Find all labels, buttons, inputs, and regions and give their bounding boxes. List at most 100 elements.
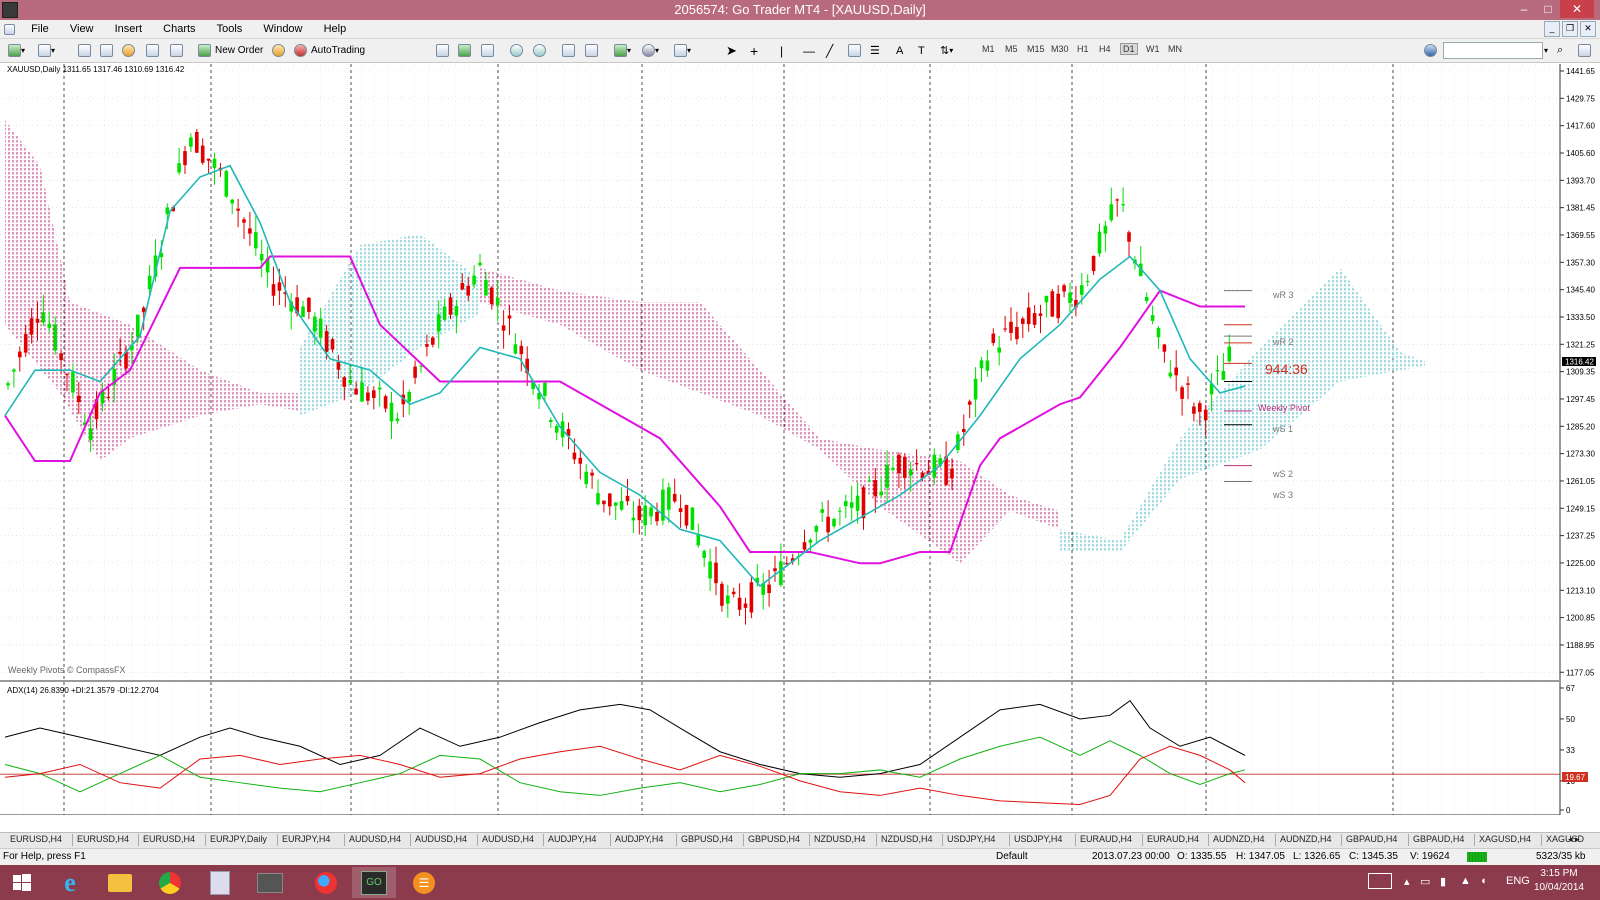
chart-tab[interactable]: USDJPY,H4 (947, 834, 995, 844)
chart-tab[interactable]: AUDUSD,H4 (415, 834, 467, 844)
bar-chart-button[interactable] (436, 43, 449, 58)
text-icon[interactable]: A (896, 43, 903, 58)
new-order-button[interactable]: New Order (198, 43, 263, 58)
menu-charts[interactable]: Charts (154, 20, 204, 36)
timeframe-d1[interactable]: D1 (1120, 43, 1138, 55)
chart-tab[interactable]: AUDUSD,H4 (482, 834, 534, 844)
timeframe-m1[interactable]: M1 (982, 44, 995, 54)
menu-window[interactable]: Window (254, 20, 311, 36)
chart-tab[interactable]: EURJPY,Daily (210, 834, 267, 844)
chart-tab[interactable]: GBPAUD,H4 (1413, 834, 1464, 844)
mdi-close-button[interactable]: ✕ (1580, 21, 1596, 37)
mdi-minimize-button[interactable]: _ (1544, 21, 1560, 37)
chart-tab[interactable]: EURJPY,H4 (282, 834, 330, 844)
chart-tab[interactable]: EURUSD,H4 (77, 834, 129, 844)
connection-icon[interactable] (1467, 852, 1487, 862)
timeframe-m5[interactable]: M5 (1005, 44, 1018, 54)
periods-button[interactable]: ▾ (642, 43, 659, 58)
file-explorer-icon[interactable] (98, 867, 142, 898)
internet-explorer-icon[interactable]: e (48, 867, 92, 898)
chart-tab[interactable]: NZDUSD,H4 (814, 834, 866, 844)
chart-tab[interactable]: GBPAUD,H4 (1346, 834, 1397, 844)
user-icon[interactable] (1578, 43, 1591, 58)
orange-app-icon[interactable]: ☰ (402, 867, 446, 898)
fibonacci-icon[interactable]: ☰ (870, 43, 880, 58)
tray-chevron-icon[interactable]: ▴ (1404, 875, 1410, 888)
expert-icon[interactable] (272, 43, 285, 58)
vertical-line-icon[interactable]: | (780, 43, 783, 58)
timeframe-w1[interactable]: W1 (1146, 44, 1160, 54)
document-icon[interactable] (198, 867, 242, 898)
mdi-restore-button[interactable]: ❐ (1562, 21, 1578, 37)
data-window-button[interactable] (100, 43, 113, 58)
chart-tab[interactable]: EURAUD,H4 (1147, 834, 1199, 844)
price-chart[interactable]: 1441.65 1429.75 1417.60 1405.60 1393.70 1381.… (0, 63, 1600, 815)
language-indicator[interactable]: ENG (1506, 875, 1530, 887)
text-label-icon[interactable]: T (918, 43, 925, 58)
close-button[interactable]: ✕ (1560, 0, 1594, 18)
channel-icon[interactable] (848, 43, 861, 58)
tray-battery-icon[interactable]: ▮ (1440, 875, 1446, 888)
strategy-tester-button[interactable] (170, 43, 183, 58)
app-globe-icon[interactable] (304, 867, 348, 898)
chart-tab[interactable]: EURUSD,H4 (143, 834, 195, 844)
timeframe-m30[interactable]: M30 (1051, 44, 1069, 54)
indicators-button[interactable]: ▾ (614, 43, 631, 58)
tray-signal-icon[interactable]: ▲ (1460, 875, 1471, 887)
zoom-out-icon[interactable] (533, 43, 546, 58)
templates-button[interactable]: ▾ (674, 43, 691, 58)
menu-insert[interactable]: Insert (106, 20, 152, 36)
tray-network-icon[interactable]: ▭ (1420, 875, 1430, 888)
timeframe-m15[interactable]: M15 (1027, 44, 1045, 54)
clock[interactable]: 3:15 PM 10/04/2014 (1534, 867, 1584, 895)
settings-gear-icon[interactable] (1424, 43, 1437, 58)
search-input[interactable] (1443, 42, 1543, 59)
start-button[interactable] (0, 867, 44, 898)
menu-view[interactable]: View (61, 20, 103, 36)
menu-help[interactable]: Help (315, 20, 356, 36)
timeframe-h4[interactable]: H4 (1099, 44, 1111, 54)
chart-tab[interactable]: XAGUSD,H4 (1479, 834, 1531, 844)
candlestick-button[interactable] (458, 43, 471, 58)
chart-tab[interactable]: AUDNZD,H4 (1280, 834, 1332, 844)
keyboard-icon[interactable] (1368, 873, 1392, 889)
profiles-button[interactable]: ▾ (38, 43, 55, 58)
chart-tab[interactable]: AUDUSD,H4 (349, 834, 401, 844)
chrome-icon[interactable] (148, 867, 192, 898)
arrows-icon[interactable]: ⇅ ▾ (940, 43, 953, 58)
chart-tab[interactable]: AUDNZD,H4 (1213, 834, 1265, 844)
tray-volume-icon[interactable]: ◖ (1480, 875, 1487, 887)
crosshair-icon[interactable]: + (750, 43, 758, 59)
chart-tab[interactable]: AUDJPY,H4 (548, 834, 596, 844)
chart-tab[interactable]: AUDJPY,H4 (615, 834, 663, 844)
horizontal-line-icon[interactable]: — (803, 43, 815, 58)
chart-shift-button[interactable] (585, 43, 598, 58)
chart-tab[interactable]: NZDUSD,H4 (881, 834, 933, 844)
media-icon[interactable] (248, 867, 292, 898)
line-chart-button[interactable] (481, 43, 494, 58)
chart-tab[interactable]: GBPUSD,H4 (748, 834, 800, 844)
menu-icon[interactable] (0, 22, 19, 36)
mt4-icon[interactable]: GO (352, 867, 396, 898)
navigator-button[interactable] (122, 43, 135, 58)
minimize-button[interactable]: – (1512, 0, 1536, 18)
menu-tools[interactable]: Tools (208, 20, 252, 36)
chart-tab[interactable]: USDJPY,H4 (1014, 834, 1062, 844)
search-icon[interactable]: ⌕ (1557, 43, 1563, 58)
auto-scroll-button[interactable] (562, 43, 575, 58)
maximize-button[interactable]: □ (1536, 0, 1560, 18)
chart-tab[interactable]: GBPUSD,H4 (681, 834, 733, 844)
timeframe-mn[interactable]: MN (1168, 44, 1182, 54)
search-dropdown-icon[interactable]: ▾ (1544, 43, 1548, 58)
trendline-icon[interactable]: ╱ (826, 43, 833, 58)
timeframe-h1[interactable]: H1 (1077, 44, 1089, 54)
terminal-button[interactable] (146, 43, 159, 58)
menu-file[interactable]: File (22, 20, 58, 36)
chart-tab[interactable]: EURAUD,H4 (1080, 834, 1132, 844)
new-chart-button[interactable]: ▾ (8, 43, 25, 58)
tab-scroll-arrows-icon[interactable]: ◂ ▸ (1568, 834, 1580, 845)
autotrading-button[interactable]: AutoTrading (294, 43, 365, 58)
cursor-icon[interactable]: ➤ (726, 43, 737, 58)
market-watch-button[interactable] (78, 43, 91, 58)
chart-tab[interactable]: EURUSD,H4 (10, 834, 62, 844)
